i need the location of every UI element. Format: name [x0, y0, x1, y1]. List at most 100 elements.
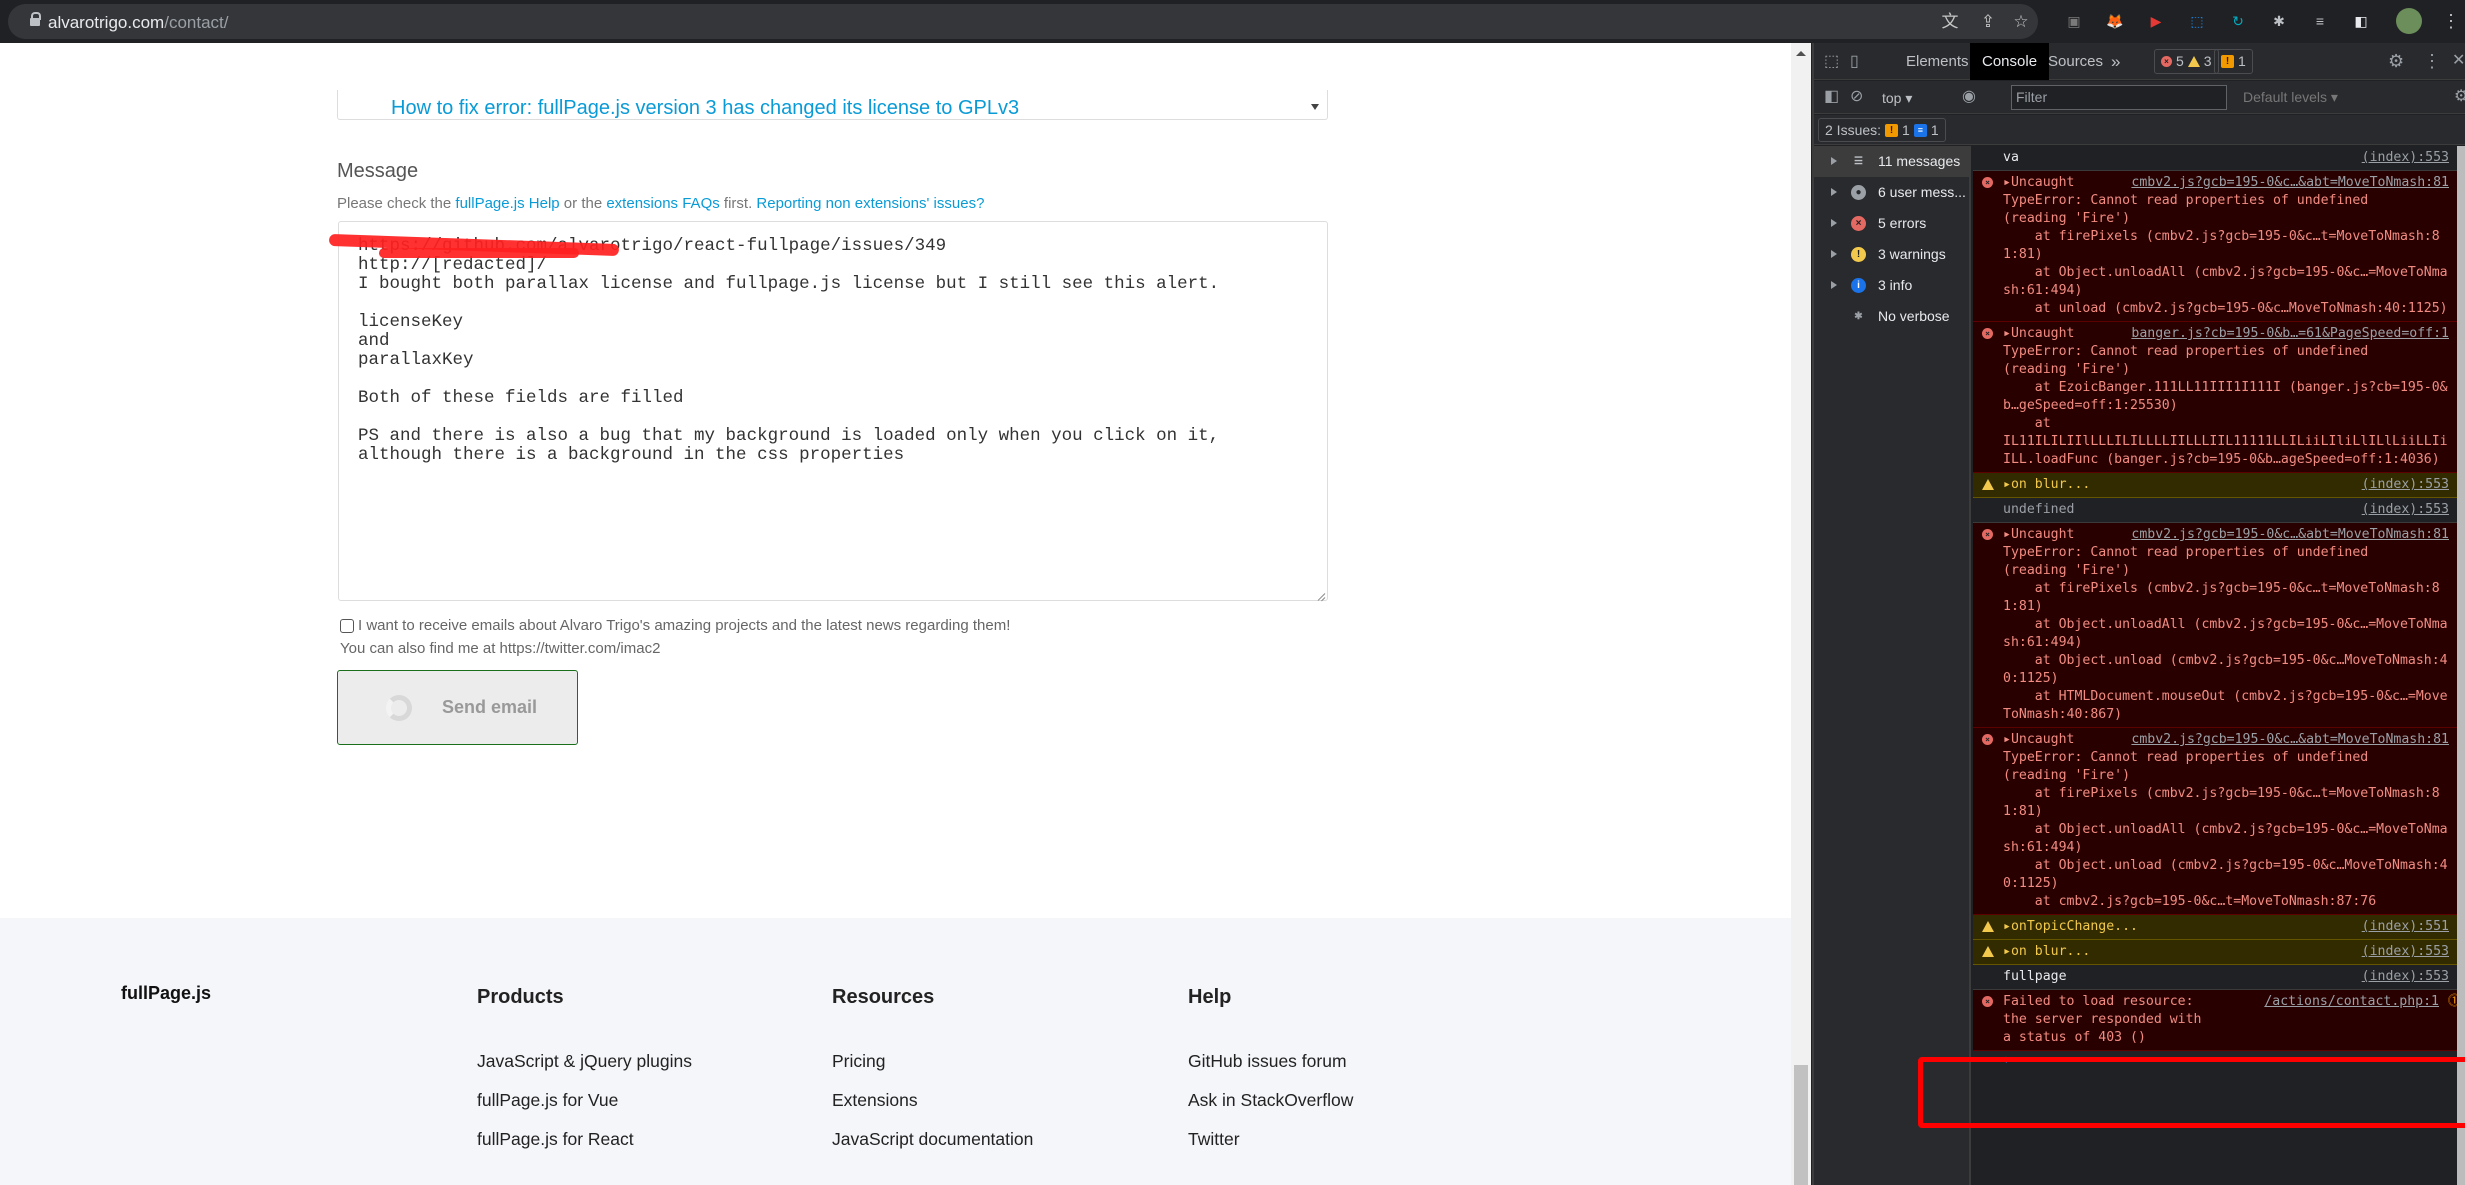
screenshot-capture-icon[interactable]: ⬚ [2186, 10, 2208, 32]
log-levels-dropdown[interactable]: Default levels ▾ [2243, 89, 2338, 106]
footer-link[interactable]: Extensions [832, 1090, 1033, 1129]
tab-elements[interactable]: Elements [1894, 43, 1981, 80]
source-link[interactable]: (index):553 [2362, 476, 2449, 494]
devtools-menu-icon[interactable]: ⋮ [2423, 51, 2441, 71]
network-panel-icon[interactable]: ⓵ [2448, 993, 2457, 1011]
console-warning-message[interactable]: ▸on blur... (index):553 [1973, 473, 2457, 498]
issues-summary-button[interactable]: 2 Issues: ! 1 ≡ 1 [1818, 118, 1946, 142]
source-link[interactable]: cmbv2.js?gcb=195-0&c…&abt=MoveToNmash:81 [2131, 174, 2449, 192]
message-textarea[interactable]: https://github.com/alvarotrigo/react-ful… [328, 221, 1328, 601]
newsletter-label: I want to receive emails about Alvaro Tr… [358, 617, 1011, 634]
sidebar-toggle-icon[interactable]: ◧ [1824, 87, 1839, 107]
expand-arrow-icon[interactable] [1831, 219, 1837, 227]
footer-link[interactable]: GitHub issues forum [1188, 1051, 1353, 1090]
source-link[interactable]: (index):553 [2362, 968, 2449, 986]
console-log-message[interactable]: fullpage (index):553 [1973, 965, 2457, 990]
scrollbar-thumb[interactable] [1794, 1065, 1808, 1185]
send-email-button[interactable]: Send email [337, 670, 578, 745]
sidebar-item-11-messages[interactable]: ☰ 11 messages [1814, 146, 1969, 177]
expand-arrow-icon[interactable] [1831, 250, 1837, 258]
close-devtools-icon[interactable]: ✕ [2452, 51, 2465, 71]
source-link[interactable]: cmbv2.js?gcb=195-0&c…&abt=MoveToNmash:81 [2131, 731, 2449, 749]
browser-toolbar: alvarotrigo.com/contact/ 文 ⇪ ☆ ▣ 🦊 ▶ ⬚ ↻ ✱ ≡ ◧ … [0, 0, 2465, 43]
select-caret-icon[interactable] [1311, 104, 1319, 110]
share-icon[interactable]: ⇪ [1978, 12, 1998, 32]
footer-link[interactable]: fullPage.js for React [477, 1129, 692, 1168]
issues-counter[interactable]: ! 1 [2214, 49, 2253, 74]
console-error-message[interactable]: × ▸Uncaught TypeError: Cannot read propert… [1973, 171, 2457, 322]
console-error-message[interactable]: × ▸Uncaught TypeError: Cannot read propert… [1973, 322, 2457, 473]
metamask-fox-icon[interactable]: 🦊 [2104, 10, 2126, 32]
sidebar-item-no-verbose[interactable]: ✱ No verbose [1814, 301, 1969, 332]
sidebar-item-label: 11 messages [1878, 153, 1961, 169]
lock-icon[interactable] [30, 12, 41, 28]
address-bar[interactable]: alvarotrigo.com/contact/ 文 ⇪ ☆ [8, 4, 2038, 39]
device-toolbar-icon[interactable]: ▯ [1850, 52, 1859, 72]
profile-avatar[interactable] [2396, 8, 2422, 34]
source-link[interactable]: (index):551 [2362, 918, 2449, 936]
source-link[interactable]: /actions/contact.php:1 [2264, 993, 2439, 1011]
devtools-tabbar: ⬚ ▯ Elements Console Sources » × 5 3 ! 1 ⚙… [1814, 43, 2465, 80]
media-queue-icon[interactable]: ≡ [2309, 10, 2331, 32]
error-icon: × [2161, 56, 2172, 67]
user-icon: ● [1851, 185, 1866, 200]
newsletter-checkbox[interactable] [340, 618, 354, 633]
footer-link[interactable]: fullPage.js for Vue [477, 1090, 692, 1129]
console-log-message[interactable]: va (index):553 [1973, 146, 2457, 171]
url-text[interactable]: alvarotrigo.com/contact/ [48, 13, 228, 33]
error-warning-counter[interactable]: × 5 3 [2154, 49, 2219, 74]
topic-select[interactable]: How to fix error: fullPage.js version 3 … [337, 90, 1328, 120]
source-link[interactable]: cmbv2.js?gcb=195-0&c…&abt=MoveToNmash:81 [2131, 526, 2449, 544]
footer-brand[interactable]: fullPage.js [121, 983, 211, 1004]
footer-link[interactable]: JavaScript & jQuery plugins [477, 1051, 692, 1090]
warning-icon [2187, 56, 2200, 67]
console-filter-input[interactable]: Filter [2011, 85, 2227, 110]
sidebar-item-3-info[interactable]: i 3 info [1814, 270, 1969, 301]
clear-console-icon[interactable]: ⊘ [1850, 87, 1863, 107]
extension-refresh-icon[interactable]: ↻ [2227, 10, 2249, 32]
expand-arrow-icon[interactable] [1831, 188, 1837, 196]
more-tabs-button[interactable]: » [2099, 43, 2132, 80]
console-settings-icon[interactable]: ⚙ [2454, 87, 2465, 107]
sidebar-item-5-errors[interactable]: × 5 errors [1814, 208, 1969, 239]
footer-link[interactable]: Twitter [1188, 1129, 1353, 1168]
expand-arrow-icon[interactable] [1831, 157, 1837, 165]
side-panel-icon[interactable]: ◧ [2350, 10, 2372, 32]
source-link[interactable]: banger.js?cb=195-0&b…=61&PageSpeed=off:1 [2131, 325, 2449, 343]
console-log-message[interactable]: undefined (index):553 [1973, 498, 2457, 523]
console-warning-message[interactable]: ▸onTopicChange... (index):551 [1973, 915, 2457, 940]
scroll-up-icon[interactable] [1796, 51, 1806, 56]
expand-arrow-icon[interactable] [1831, 281, 1837, 289]
extension-1-icon[interactable]: ▣ [2063, 10, 2085, 32]
fullpage-help-link[interactable]: fullPage.js Help [455, 195, 559, 212]
reporting-issues-link[interactable]: Reporting non extensions' issues? [756, 195, 984, 212]
page-scrollbar[interactable] [1791, 43, 1811, 1185]
settings-gear-icon[interactable]: ⚙ [2388, 51, 2404, 71]
console-error-message[interactable]: × Failed to load resource: the server res… [1973, 990, 2457, 1051]
sidebar-item-6-user-mess[interactable]: ● 6 user mess... [1814, 177, 1969, 208]
console-error-message[interactable]: × ▸Uncaught TypeError: Cannot read propert… [1973, 728, 2457, 915]
live-expression-eye-icon[interactable]: ◉ [1962, 87, 1976, 107]
footer-link[interactable]: Ask in StackOverflow [1188, 1090, 1353, 1129]
footer-link[interactable]: Pricing [832, 1051, 1033, 1090]
context-selector[interactable]: top ▾ [1882, 88, 1912, 108]
inspect-element-icon[interactable]: ⬚ [1824, 52, 1839, 72]
footer-column-title: Help [1188, 986, 1232, 1008]
console-warning-message[interactable]: ▸on blur... (index):553 [1973, 940, 2457, 965]
source-link[interactable]: (index):553 [2362, 149, 2449, 167]
footer-column-resources: Resources Pricing Extensions JavaScript doc… [832, 986, 1033, 1168]
bookmark-star-icon[interactable]: ☆ [2011, 12, 2031, 32]
devtools-scrollbar[interactable] [2457, 146, 2465, 1185]
sidebar-item-3-warnings[interactable]: ! 3 warnings [1814, 239, 1969, 270]
footer-link[interactable]: JavaScript documentation [832, 1129, 1033, 1168]
browser-menu-icon[interactable]: ⋮ [2440, 10, 2462, 32]
source-link[interactable]: (index):553 [2362, 501, 2449, 519]
youtube-play-icon[interactable]: ▶ [2145, 10, 2167, 32]
resize-handle[interactable] [1315, 588, 1325, 598]
extensions-puzzle-icon[interactable]: ✱ [2268, 10, 2290, 32]
source-link[interactable]: (index):553 [2362, 943, 2449, 961]
bug-icon: ✱ [1854, 311, 1863, 322]
console-error-message[interactable]: × ▸Uncaught TypeError: Cannot read propert… [1973, 523, 2457, 728]
translate-icon[interactable]: 文 [1940, 12, 1960, 32]
extensions-faq-link[interactable]: extensions FAQs [606, 195, 719, 212]
